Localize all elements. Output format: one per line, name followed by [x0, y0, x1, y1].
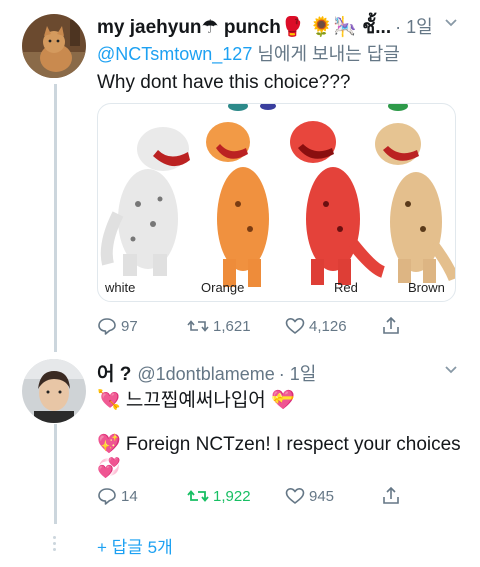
tweet-text-line-1: 💘 느끄찝예써나입어 💝	[97, 390, 295, 411]
display-name[interactable]: 어 ?	[97, 359, 131, 386]
tweet-actions: 97 1,621 4,126	[97, 316, 437, 338]
retweet-count: 1,621	[213, 317, 251, 335]
retweet-count: 1,922	[213, 487, 251, 505]
retweet-button[interactable]: 1,621	[187, 316, 251, 336]
show-more-replies-link[interactable]: + 답글 5개	[97, 533, 173, 558]
user-handle[interactable]: @1dontblameme	[137, 364, 274, 385]
reply-icon	[98, 488, 116, 505]
reply-count: 14	[121, 487, 138, 505]
timestamp[interactable]: · 1일	[279, 360, 317, 386]
replying-to: @NCTsmtown_127 님에게 보내는 답글	[97, 40, 400, 66]
reply-icon	[98, 318, 116, 335]
media-label-orange: Orange	[201, 280, 245, 295]
tweet-1[interactable]: my jaehyun☂ punch🥊 🌻🎠 ชั้... · 1일 @NCTsm…	[0, 0, 480, 352]
tweet-header: my jaehyun☂ punch🥊 🌻🎠 ชั้... · 1일	[97, 12, 462, 42]
like-button[interactable]: 4,126	[285, 316, 347, 336]
tweet-text-line-2: 💖 Foreign NCTzen! I respect your choices	[97, 434, 461, 455]
share-icon	[383, 316, 399, 334]
tweet-actions: 14 1,922 945	[97, 486, 437, 508]
media-label-red: Red	[334, 280, 358, 295]
tweet-media-image[interactable]: white Orange Red Brown	[97, 103, 456, 302]
display-name[interactable]: my jaehyun☂ punch🥊 🌻🎠 ชั้...	[97, 12, 391, 42]
like-count: 945	[309, 487, 335, 505]
reply-to-suffix: 님에게 보내는 답글	[252, 44, 400, 64]
heart-icon	[285, 318, 305, 334]
tweet-2[interactable]: 어 ? @1dontblameme · 1일 💘 느끄찝예써나입어 💝 💖 Fo…	[0, 352, 480, 527]
heart-icon	[285, 488, 305, 504]
retweet-button[interactable]: 1,922	[187, 486, 251, 506]
tweet-text: Why dont have this choice???	[97, 72, 351, 93]
avatar[interactable]	[22, 359, 86, 423]
inflatable-dinosaur-costumes-image	[100, 104, 455, 287]
reply-button[interactable]: 14	[97, 486, 138, 506]
tweet-header: 어 ? @1dontblameme · 1일	[97, 359, 462, 386]
thread-line	[54, 424, 57, 524]
tweet-text-line-3: 💞	[97, 458, 121, 479]
thread-dots	[53, 536, 57, 554]
like-button[interactable]: 945	[285, 486, 334, 506]
like-count: 4,126	[309, 317, 347, 335]
timestamp[interactable]: · 1일	[395, 13, 433, 39]
media-label-white: white	[105, 280, 136, 295]
media-label-brown: Brown	[408, 280, 445, 295]
chevron-down-icon[interactable]	[444, 363, 458, 377]
chevron-down-icon[interactable]	[444, 16, 458, 30]
reply-mention-link[interactable]: @NCTsmtown_127	[97, 44, 252, 64]
retweet-icon	[187, 490, 209, 502]
reply-count: 97	[121, 317, 138, 335]
retweet-icon	[187, 320, 209, 332]
share-icon	[383, 486, 399, 504]
reply-button[interactable]: 97	[97, 316, 138, 336]
share-button[interactable]	[381, 486, 405, 506]
share-button[interactable]	[381, 316, 405, 336]
avatar[interactable]	[22, 14, 86, 78]
